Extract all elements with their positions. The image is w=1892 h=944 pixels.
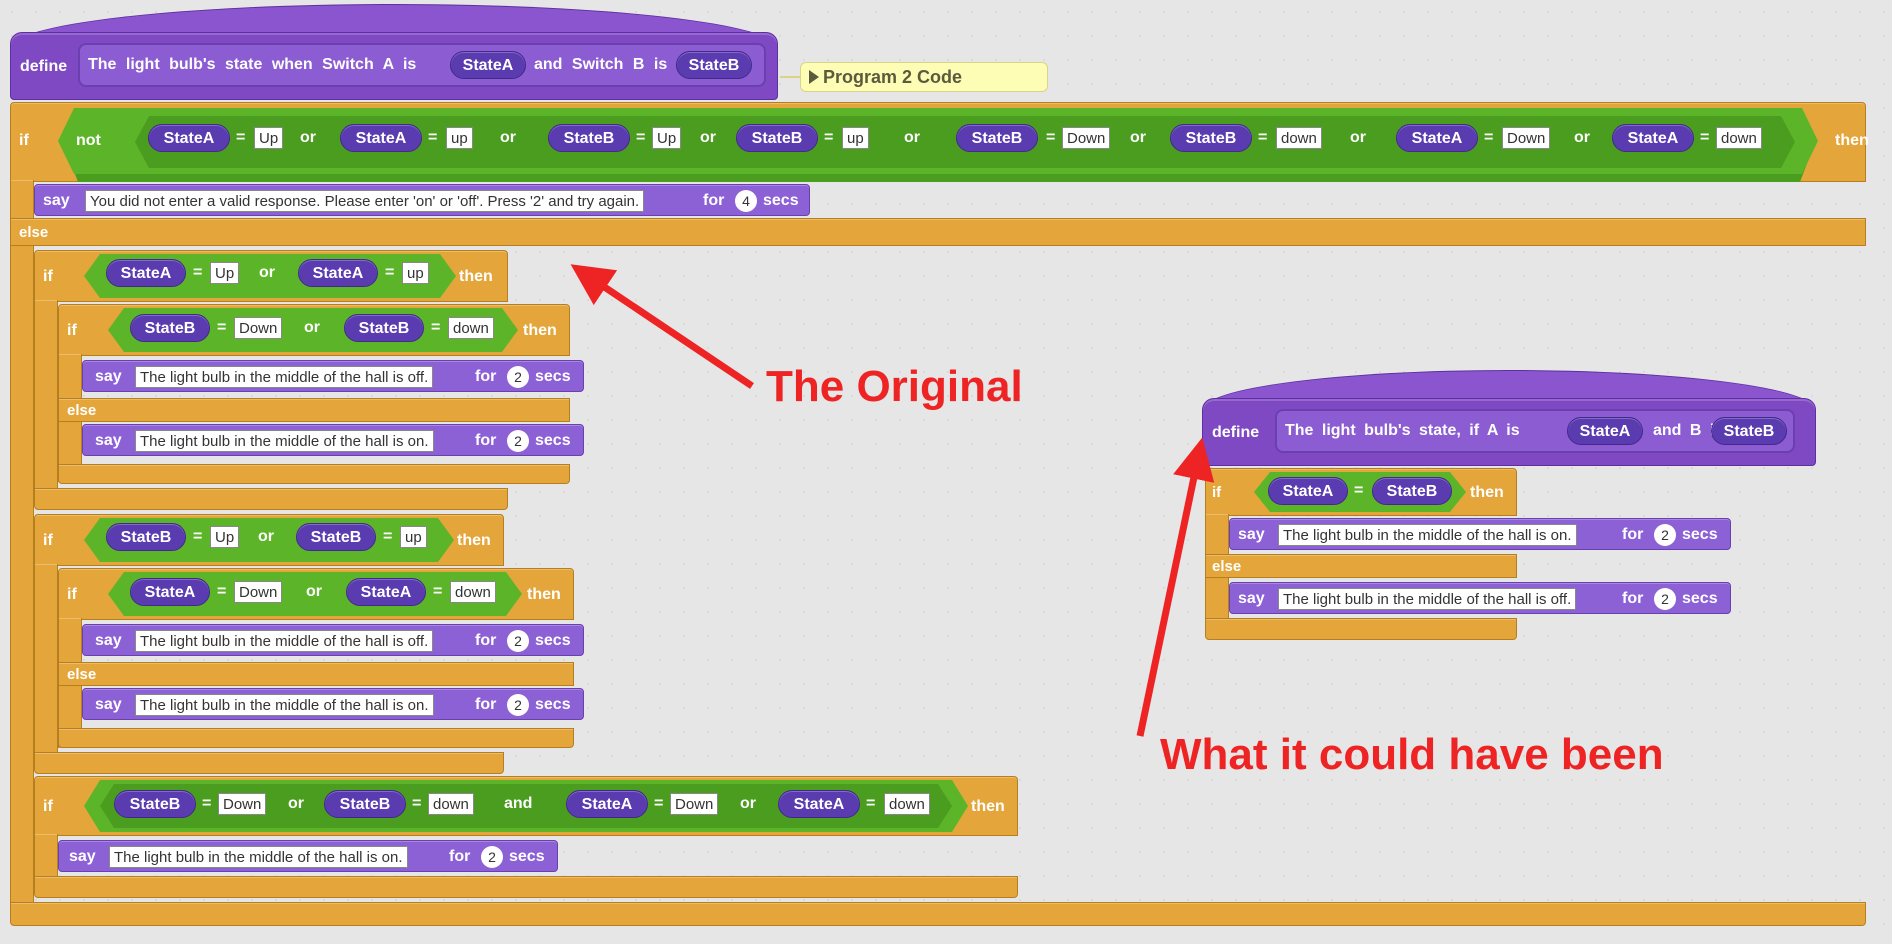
- annotation-could-have-been: What it could have been: [1160, 730, 1664, 779]
- annotation-original: The Original: [766, 362, 1023, 411]
- annotation-arrows: [570, 264, 1215, 737]
- arrow-to-improved: [1136, 437, 1215, 737]
- arrow-to-original: [570, 264, 754, 389]
